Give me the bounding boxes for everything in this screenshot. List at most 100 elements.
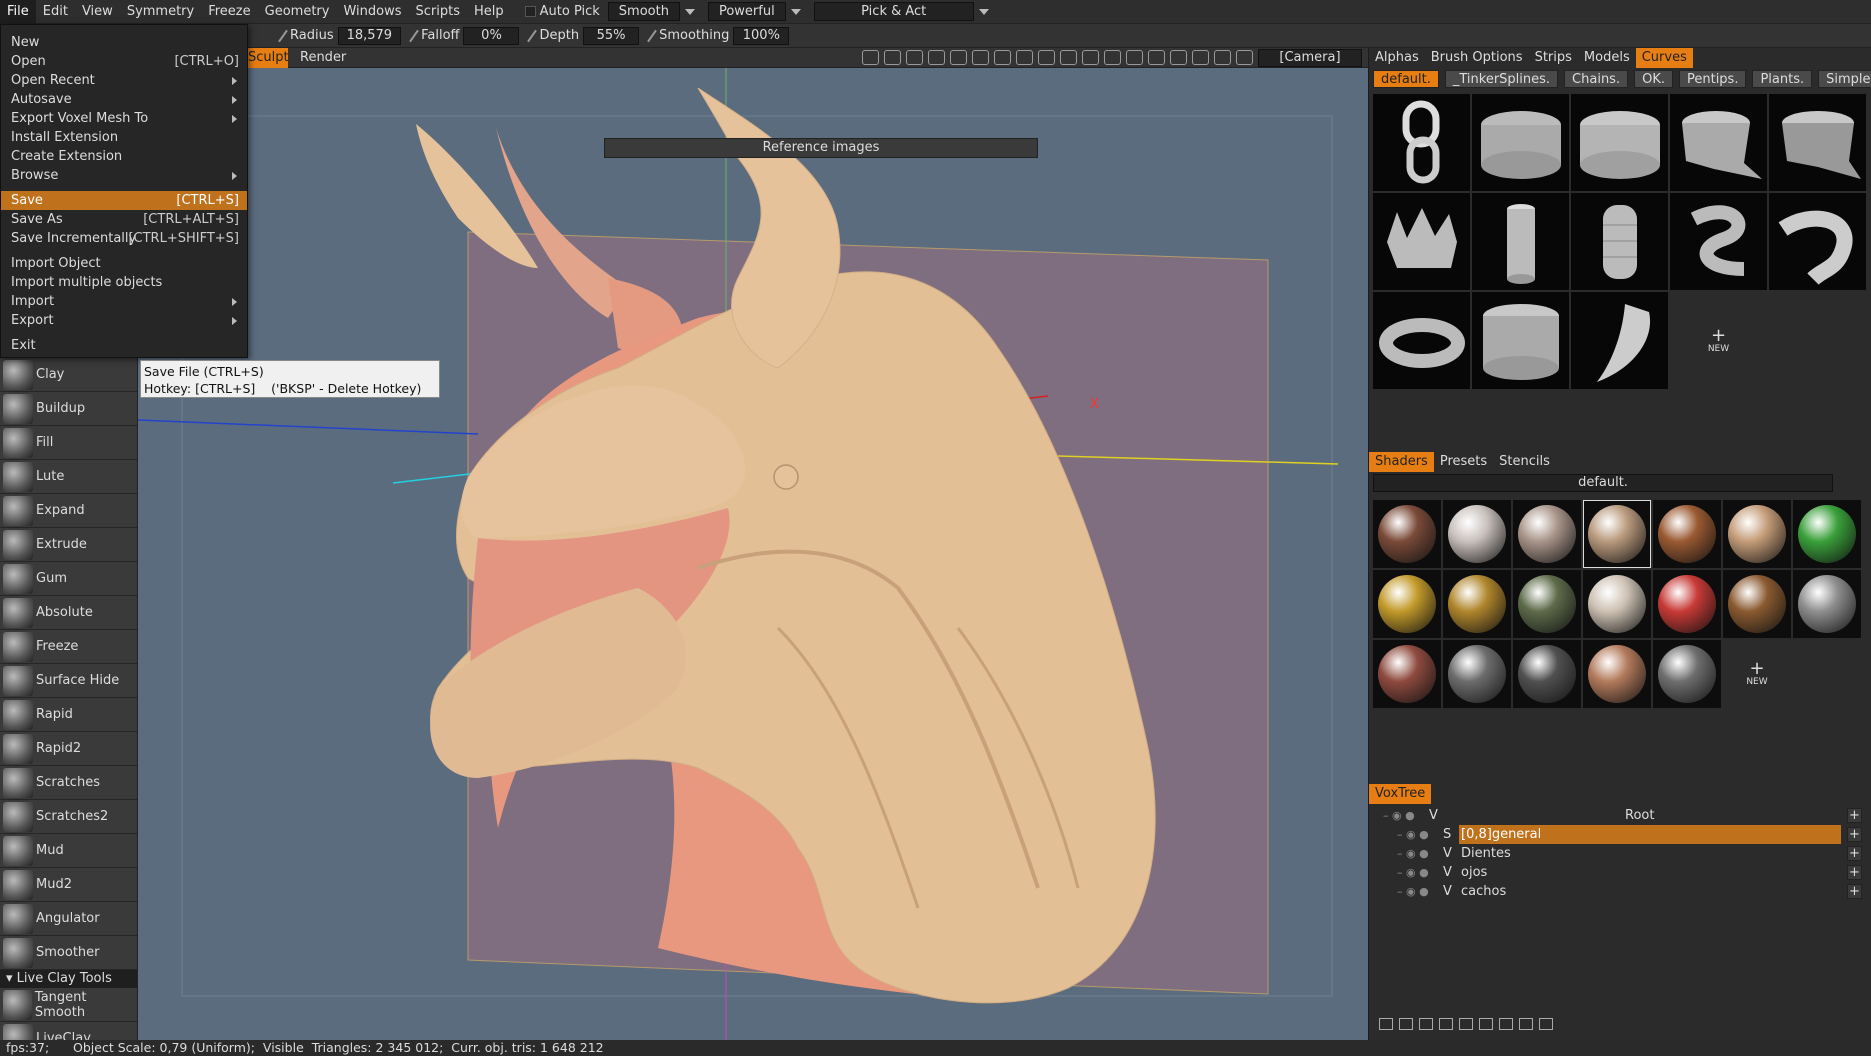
shader-swatch[interactable]	[1373, 570, 1441, 638]
tab-shaders[interactable]: Shaders	[1369, 452, 1434, 472]
tab-render[interactable]: Render	[300, 48, 346, 68]
voxtree-row-ojos[interactable]: – ◉ ● V ojos +	[1369, 863, 1871, 882]
clone-icon[interactable]	[1459, 1018, 1473, 1030]
menu-item-import-multiple[interactable]: Import multiple objects	[1, 273, 247, 292]
curve-faceted-tip[interactable]	[1670, 94, 1767, 191]
shader-swatch[interactable]	[1443, 570, 1511, 638]
brush-buildup[interactable]: Buildup	[0, 392, 137, 426]
shader-swatch[interactable]	[1653, 500, 1721, 568]
live-clay-group-header[interactable]: ▾ Live Clay Tools	[0, 970, 137, 988]
chevron-down-icon[interactable]	[684, 8, 695, 15]
menu-view[interactable]: View	[75, 0, 120, 24]
brush-extrude[interactable]: Extrude	[0, 528, 137, 562]
smooth-mode-select[interactable]: Smooth	[607, 2, 680, 21]
radius-param[interactable]: Radius 18,579	[278, 26, 402, 45]
menu-edit[interactable]: Edit	[36, 0, 75, 24]
anchor-icon[interactable]	[972, 50, 989, 65]
shader-swatch[interactable]	[1373, 500, 1441, 568]
menu-item-autosave[interactable]: Autosave	[1, 90, 247, 109]
falloff-param[interactable]: Falloff 0%	[409, 26, 520, 45]
shader-swatch[interactable]	[1513, 640, 1581, 708]
smoothing-value[interactable]: 100%	[733, 26, 790, 45]
folder-icon[interactable]	[1379, 1018, 1393, 1030]
shader-swatch[interactable]	[1583, 640, 1651, 708]
tab-brush-options[interactable]: Brush Options	[1425, 48, 1529, 68]
trash-icon[interactable]	[1399, 1018, 1413, 1030]
add-layer-button[interactable]: +	[1847, 808, 1862, 823]
menu-item-create-extension[interactable]: Create Extension	[1, 147, 247, 166]
curve-pillar[interactable]	[1472, 193, 1569, 290]
preset-tinkersplines[interactable]: _TinkerSplines.	[1444, 70, 1559, 88]
axis-icon[interactable]	[1192, 50, 1209, 65]
brush-liveclay[interactable]: LiveClay	[0, 1022, 137, 1040]
grid-icon[interactable]	[1170, 50, 1187, 65]
radius-value[interactable]: 18,579	[337, 26, 402, 45]
new-curve-button[interactable]: + NEW	[1670, 292, 1767, 389]
tab-curves[interactable]: Curves	[1635, 48, 1693, 68]
menu-geometry[interactable]: Geometry	[258, 0, 337, 24]
light-icon[interactable]	[906, 50, 923, 65]
tab-presets[interactable]: Presets	[1434, 452, 1493, 472]
preset-plants[interactable]: Plants.	[1752, 70, 1813, 88]
image-icon[interactable]	[884, 50, 901, 65]
brush-gum[interactable]: Gum	[0, 562, 137, 596]
visibility-icon[interactable]: – ◉ ●	[1397, 882, 1429, 901]
reference-images-bar[interactable]: Reference images	[604, 138, 1038, 158]
menu-item-save-as[interactable]: Save As [CTRL+ALT+S]	[1, 210, 247, 229]
smoothing-param[interactable]: Smoothing 100%	[647, 26, 790, 45]
brush-rapid2[interactable]: Rapid2	[0, 732, 137, 766]
close-icon[interactable]	[1539, 1018, 1553, 1030]
frame-icon[interactable]	[1214, 50, 1231, 65]
menu-freeze[interactable]: Freeze	[201, 0, 257, 24]
brush-surface-hide[interactable]: Surface Hide	[0, 664, 137, 698]
brush-tangent-smooth[interactable]: Tangent Smooth	[0, 988, 137, 1022]
zoom-icon[interactable]	[1038, 50, 1055, 65]
copy-icon[interactable]	[1419, 1018, 1433, 1030]
visibility-icon[interactable]: – ◉ ●	[1383, 806, 1415, 825]
sphere-icon[interactable]	[1439, 1018, 1453, 1030]
screenshot-icon[interactable]	[1236, 50, 1253, 65]
voxtree-row-cachos[interactable]: – ◉ ● V cachos +	[1369, 882, 1871, 901]
menu-item-export-voxel-mesh[interactable]: Export Voxel Mesh To	[1, 109, 247, 128]
shader-swatch[interactable]	[1583, 500, 1651, 568]
shader-swatch[interactable]	[1443, 500, 1511, 568]
menu-item-import[interactable]: Import	[1, 292, 247, 311]
menu-help[interactable]: Help	[467, 0, 511, 24]
brush-rapid[interactable]: Rapid	[0, 698, 137, 732]
add-layer-button[interactable]: +	[1847, 865, 1862, 880]
voxtree-row-root[interactable]: – ◉ ● V Root +	[1369, 806, 1871, 825]
move-icon[interactable]	[1016, 50, 1033, 65]
brush-scratches2[interactable]: Scratches2	[0, 800, 137, 834]
curve-ribbed[interactable]	[1571, 193, 1668, 290]
tab-strips[interactable]: Strips	[1529, 48, 1578, 68]
curve-spiral[interactable]	[1670, 193, 1767, 290]
tab-stencils[interactable]: Stencils	[1493, 452, 1556, 472]
preset-pentips[interactable]: Pentips.	[1678, 70, 1747, 88]
curve-coil[interactable]	[1373, 292, 1470, 389]
paint-icon[interactable]	[928, 50, 945, 65]
menu-item-save[interactable]: Save [CTRL+S]	[1, 191, 247, 210]
brush-absolute[interactable]: Absolute	[0, 596, 137, 630]
perspective-icon[interactable]	[1060, 50, 1077, 65]
add-layer-button[interactable]: +	[1847, 884, 1862, 899]
shader-swatch[interactable]	[1373, 640, 1441, 708]
menu-scripts[interactable]: Scripts	[409, 0, 467, 24]
preset-chains[interactable]: Chains.	[1564, 70, 1629, 88]
curve-ornate-cylinder[interactable]	[1472, 292, 1569, 389]
shader-swatch[interactable]	[1653, 570, 1721, 638]
chevron-down-icon[interactable]	[978, 8, 989, 15]
shader-preset-select[interactable]: default.	[1373, 474, 1833, 492]
voxtree-row-general[interactable]: – ◉ ● S [0,8]general +	[1369, 825, 1871, 844]
tab-voxtree[interactable]: VoxTree	[1369, 784, 1432, 804]
shader-swatch[interactable]	[1793, 570, 1861, 638]
shader-swatch[interactable]	[1443, 640, 1511, 708]
falloff-value[interactable]: 0%	[463, 26, 520, 45]
shader-swatch[interactable]	[1513, 500, 1581, 568]
menu-item-exit[interactable]: Exit	[1, 336, 247, 355]
brush-freeze[interactable]: Freeze	[0, 630, 137, 664]
tab-alphas[interactable]: Alphas	[1369, 48, 1425, 68]
visibility-icon[interactable]: – ◉ ●	[1397, 844, 1429, 863]
preset-ok[interactable]: OK.	[1634, 70, 1673, 88]
brush-expand[interactable]: Expand	[0, 494, 137, 528]
add-layer-button[interactable]: +	[1847, 846, 1862, 861]
